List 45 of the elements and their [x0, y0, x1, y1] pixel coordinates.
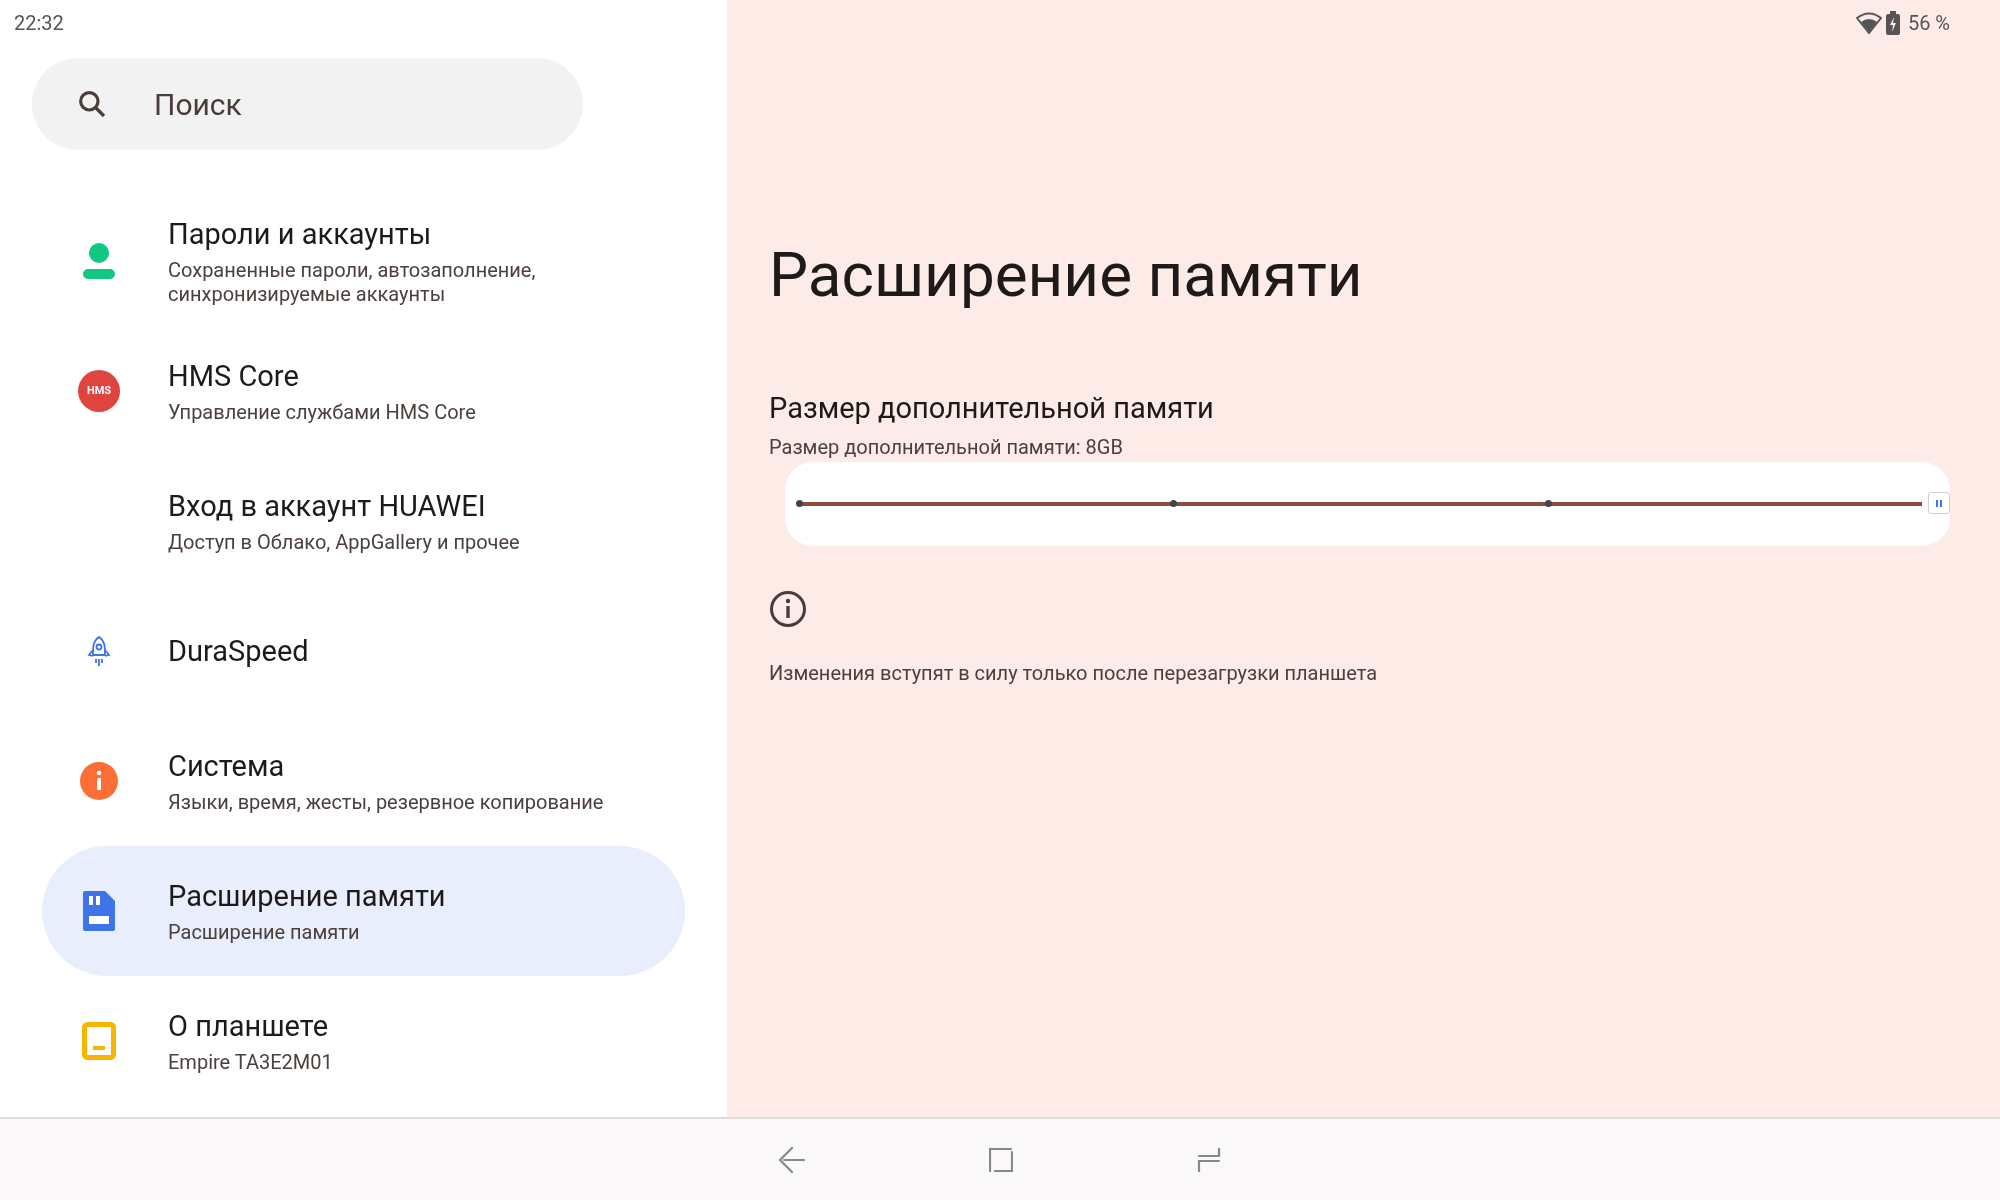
settings-item[interactable]: Расширение памяти Расширение памяти — [42, 846, 685, 976]
search-input[interactable]: Поиск — [154, 81, 454, 127]
restart-note: Изменения вступят в силу только после перезагрузки планшета — [769, 660, 1379, 688]
item-title: О планшете — [168, 1007, 330, 1045]
slider-tick — [1544, 500, 1552, 508]
hms-logo-icon: HMS — [78, 370, 120, 412]
battery-charging-icon — [1885, 11, 1900, 35]
slider-tick — [796, 500, 803, 508]
page-title: Расширение памяти — [769, 244, 1364, 306]
setting-summary: Размер дополнительной памяти: 8GB — [769, 434, 1124, 462]
home-icon[interactable] — [989, 1147, 1013, 1172]
item-title: HMS Core — [168, 357, 300, 395]
search-field[interactable]: Поиск — [32, 58, 583, 150]
settings-item[interactable]: О планшете Empire TA3E2M01 — [42, 976, 685, 1106]
settings-item[interactable]: Система Языки, время, жесты, резервное копирование — [42, 716, 685, 846]
settings-item[interactable]: HMS HMS Core Управление службами HMS Core — [42, 326, 685, 456]
sd-card-icon — [83, 891, 115, 931]
person-icon — [82, 242, 116, 280]
item-title: DuraSpeed — [168, 632, 309, 670]
wifi-icon — [1855, 12, 1882, 34]
item-subtitle: Сохраненные пароли, автозаполнение, синхронизируемые аккаунты — [168, 258, 537, 307]
info-icon — [80, 762, 118, 800]
item-title: Система — [168, 747, 286, 785]
item-title: Пароли и аккаунты — [168, 215, 433, 253]
clock-text: 22:32 — [14, 11, 64, 35]
settings-item[interactable]: DuraSpeed — [42, 586, 685, 716]
settings-item[interactable]: Вход в аккаунт HUAWEI Доступ в Облако, AppGallery и прочее — [42, 456, 685, 586]
settings-item[interactable]: Пароли и аккаунты Сохраненные пароли, автозаполнение, синхронизируемые аккаунты — [42, 196, 685, 326]
item-subtitle: Языки, время, жесты, резервное копирование — [168, 790, 604, 815]
recents-icon[interactable] — [1197, 1147, 1221, 1172]
slider-tick — [1170, 500, 1178, 508]
info-icon — [769, 590, 807, 629]
slider-thumb[interactable] — [1928, 492, 1950, 515]
item-subtitle: Расширение памяти — [168, 920, 361, 945]
search-icon — [76, 88, 108, 120]
item-subtitle: Доступ в Облако, AppGallery и прочее — [168, 530, 520, 555]
item-subtitle: Empire TA3E2M01 — [168, 1050, 333, 1075]
item-title: Расширение памяти — [168, 877, 446, 915]
battery-percent-text: 56 % — [1907, 10, 1950, 37]
item-title: Вход в аккаунт HUAWEI — [168, 487, 487, 525]
rocket-icon — [86, 635, 112, 667]
back-icon[interactable] — [779, 1146, 805, 1173]
setting-title: Размер дополнительной памяти — [769, 390, 1215, 427]
tablet-icon — [82, 1022, 116, 1060]
item-subtitle: Управление службами HMS Core — [168, 400, 476, 425]
